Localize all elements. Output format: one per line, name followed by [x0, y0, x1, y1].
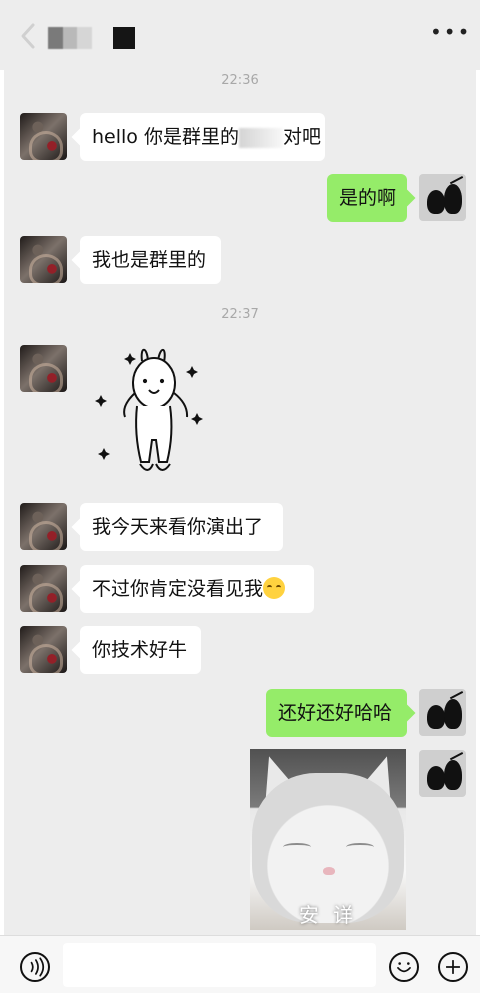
incoming-message-bubble[interactable]: 不过你肯定没看见我	[80, 565, 314, 613]
self-avatar[interactable]	[419, 174, 466, 221]
plus-icon[interactable]	[438, 952, 468, 982]
dog-silhouette	[444, 699, 462, 729]
cat-eye	[346, 843, 374, 851]
message-text: 我今天来看你演出了	[92, 516, 264, 538]
message-text: 对吧	[282, 126, 321, 148]
chat-input-bar	[0, 935, 480, 993]
blurred-text	[238, 127, 283, 148]
incoming-message-bubble[interactable]: hello 你是群里的 对吧	[80, 113, 325, 161]
dog-silhouette	[444, 760, 462, 790]
dog-silhouette	[427, 705, 445, 729]
sticker-rabbit-icon[interactable]	[92, 346, 208, 490]
outgoing-message-bubble[interactable]: 是的啊	[327, 174, 407, 222]
cat-eye	[283, 843, 311, 851]
blurred-contact-name	[48, 27, 92, 49]
message-text: 我也是群里的	[92, 249, 207, 271]
blurred-contact-name-extra	[113, 27, 135, 49]
self-avatar[interactable]	[419, 689, 466, 736]
ear-line	[449, 690, 465, 702]
ear-line	[449, 751, 465, 763]
laughing-crying-emoji-icon	[263, 576, 286, 599]
timestamp: 22:37	[221, 307, 259, 322]
message-text: 你技术好牛	[92, 639, 188, 661]
message-input[interactable]	[63, 943, 376, 987]
image-caption: 安 详	[298, 903, 358, 927]
back-chevron-icon[interactable]	[18, 22, 38, 50]
contact-avatar[interactable]	[20, 236, 67, 283]
contact-avatar[interactable]	[20, 626, 67, 673]
cat-nose	[323, 867, 335, 875]
more-options-icon[interactable]: •••	[430, 22, 469, 42]
incoming-message-bubble[interactable]: 我今天来看你演出了	[80, 503, 283, 551]
message-text: 是的啊	[339, 187, 397, 209]
contact-avatar[interactable]	[20, 503, 67, 550]
sent-cat-image[interactable]: 安 详	[250, 749, 406, 930]
message-text: hello 你是群里的	[92, 126, 239, 148]
message-text: 不过你肯定没看见我	[92, 578, 264, 600]
dog-silhouette	[444, 184, 462, 214]
incoming-message-bubble[interactable]: 我也是群里的	[80, 236, 221, 284]
ear-line	[449, 175, 465, 187]
dog-silhouette	[427, 766, 445, 790]
incoming-message-bubble[interactable]: 你技术好牛	[80, 626, 201, 674]
contact-avatar[interactable]	[20, 113, 67, 160]
voice-icon[interactable]	[20, 952, 50, 982]
contact-avatar[interactable]	[20, 345, 67, 392]
outgoing-message-bubble[interactable]: 还好还好哈哈	[266, 689, 407, 737]
timestamp: 22:36	[221, 73, 259, 88]
dog-silhouette	[427, 190, 445, 214]
self-avatar[interactable]	[419, 750, 466, 797]
message-text: 还好还好哈哈	[278, 702, 393, 724]
chat-header: •••	[0, 0, 480, 70]
emoji-icon[interactable]	[389, 952, 419, 982]
contact-avatar[interactable]	[20, 565, 67, 612]
